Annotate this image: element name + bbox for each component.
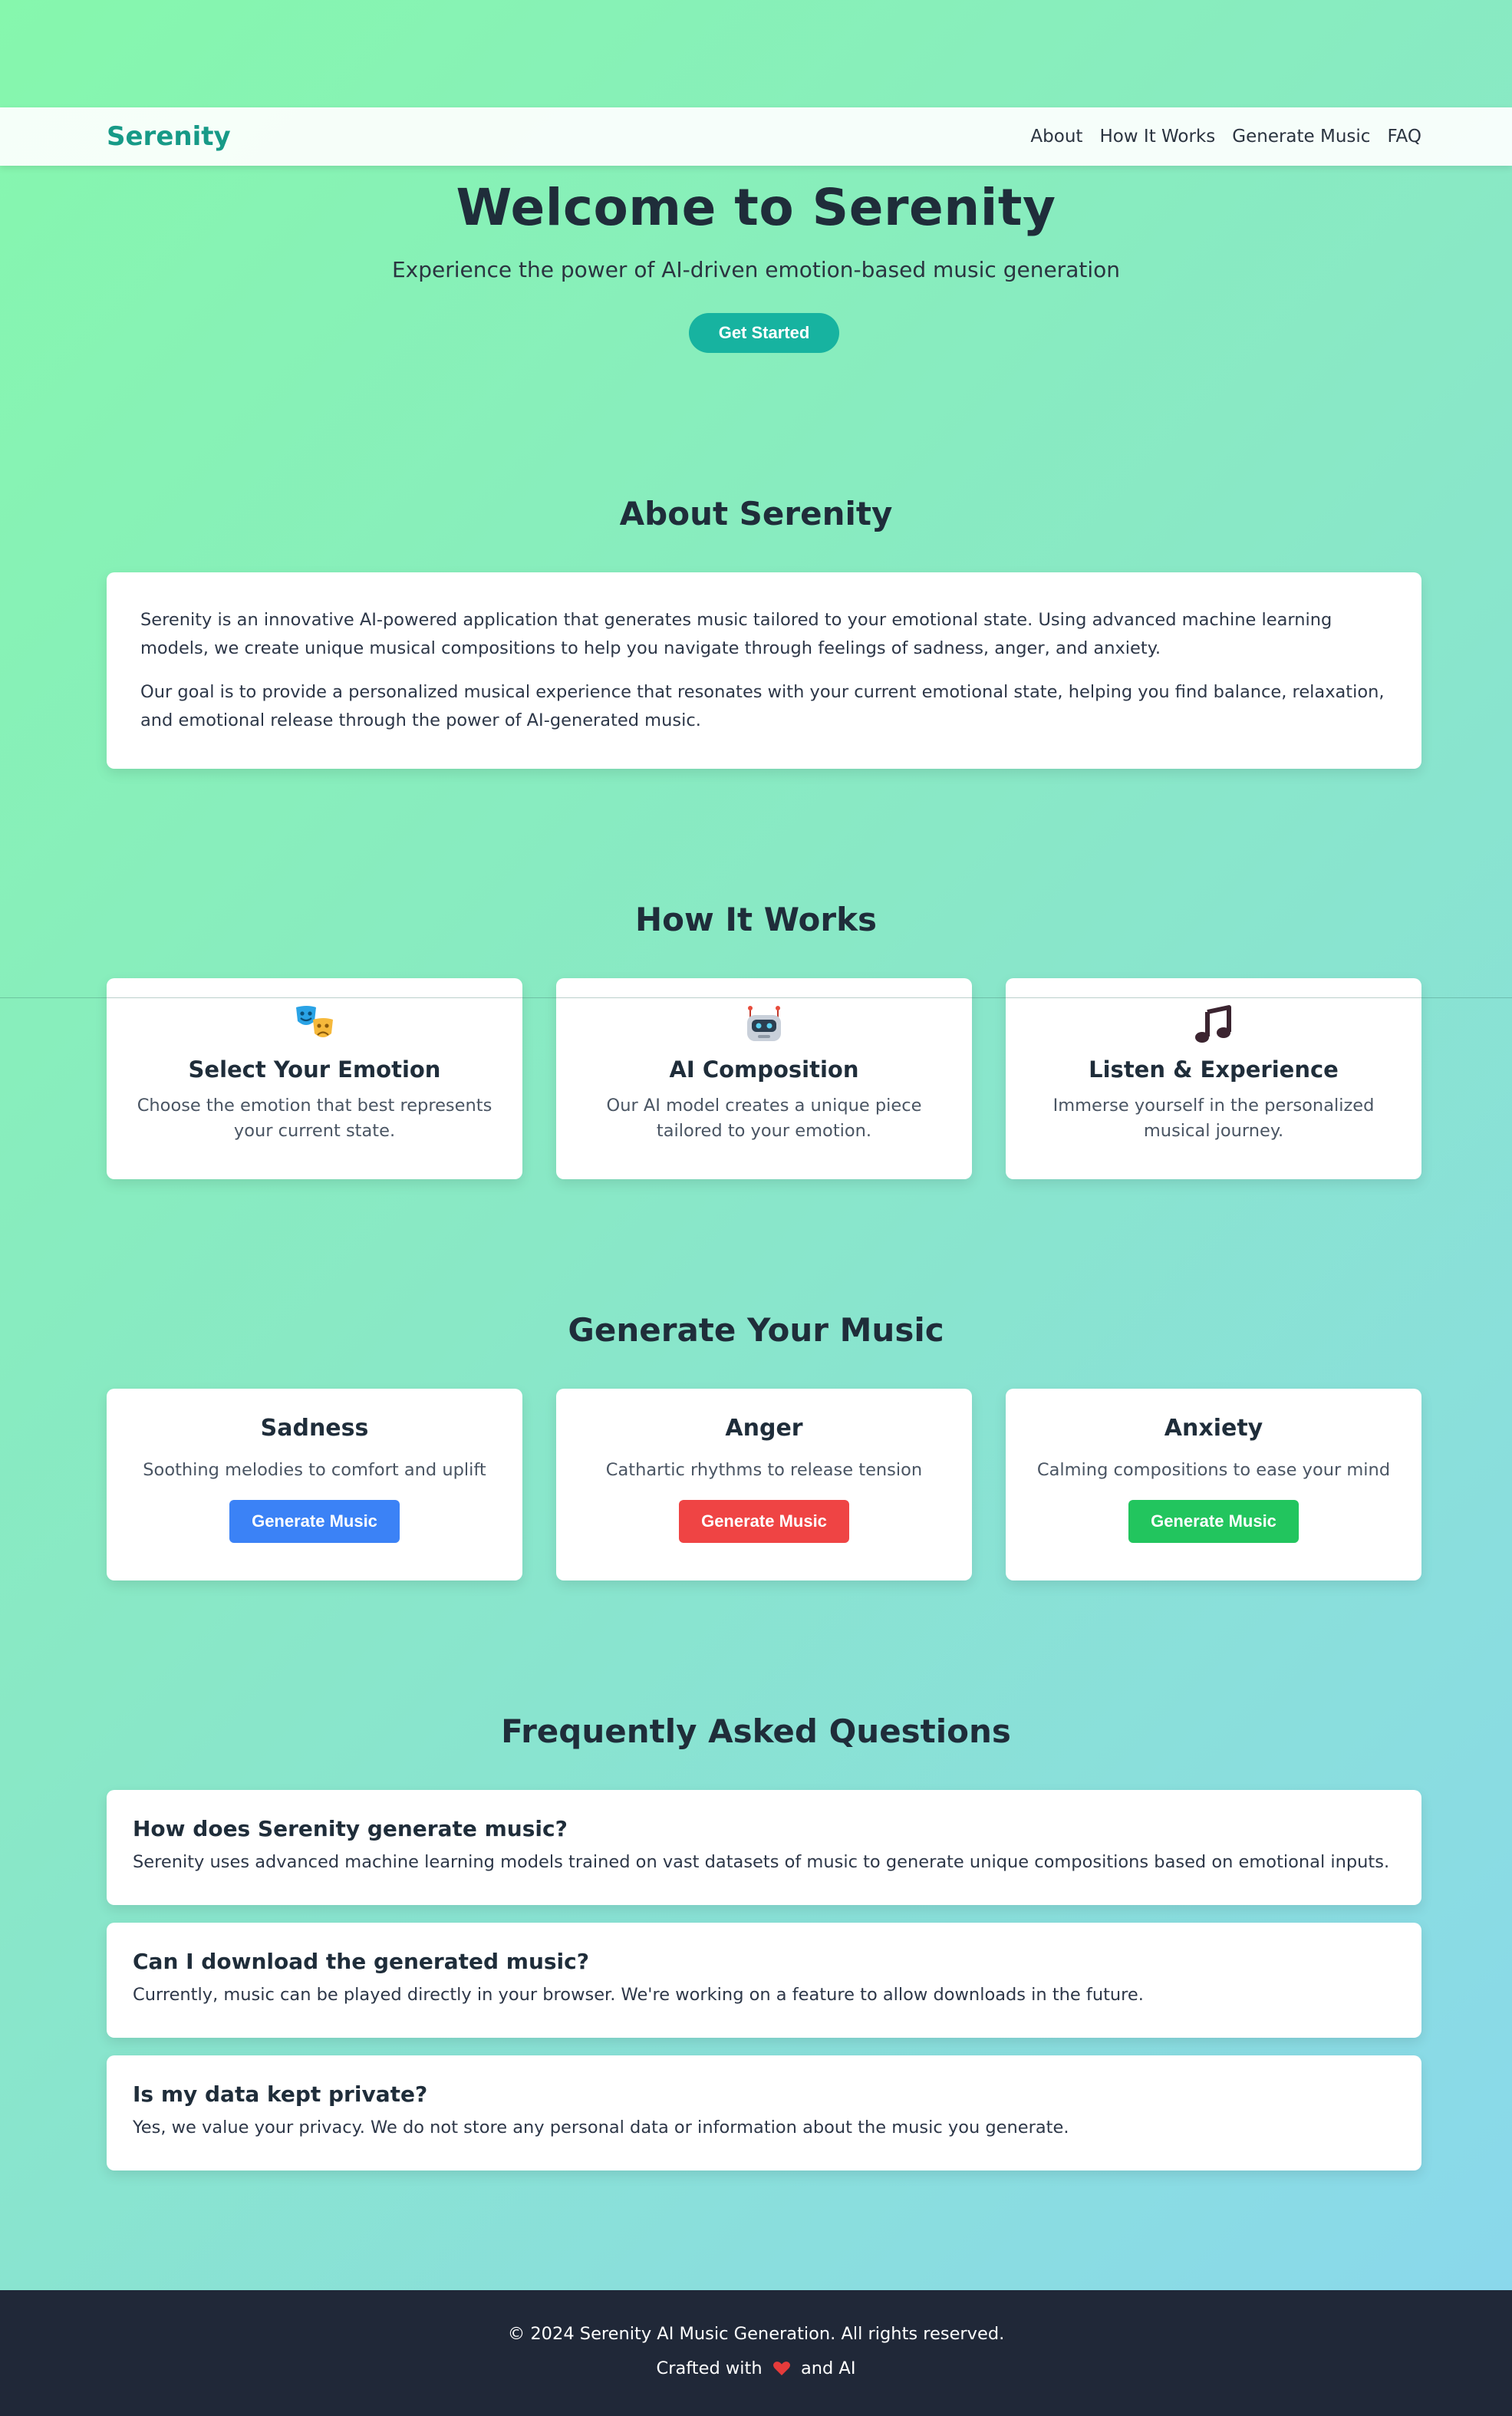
robot-icon — [556, 1003, 972, 1046]
nav-links: About How It Works Generate Music FAQ — [1030, 127, 1421, 147]
faq-question: Is my data kept private? — [133, 2081, 428, 2107]
how-step-title: Select Your Emotion — [188, 1056, 441, 1083]
emotion-card-anger: Anger Cathartic rhythms to release tensi… — [556, 1389, 972, 1580]
generate-sadness-button[interactable]: Generate Music — [229, 1500, 400, 1543]
about-paragraph: Our goal is to provide a personalized mu… — [140, 682, 1385, 730]
footer-crafted: Crafted with and AI — [0, 2358, 1512, 2378]
brand-logo[interactable]: Serenity — [107, 121, 231, 152]
how-step-desc: Our AI model creates a unique piece tail… — [606, 1096, 922, 1141]
faq-answer: Yes, we value your privacy. We do not st… — [133, 2118, 1069, 2137]
hero-title: Welcome to Serenity — [456, 178, 1056, 237]
generate-title: Generate Your Music — [568, 1311, 944, 1349]
crafted-prefix: Crafted with — [656, 2358, 763, 2378]
faq-item: Can I download the generated music? Curr… — [107, 1923, 1421, 2038]
nav-link-how-it-works[interactable]: How It Works — [1099, 127, 1215, 147]
divider-line — [0, 997, 1512, 998]
how-step-desc: Choose the emotion that best represents … — [137, 1096, 492, 1141]
footer: © 2024 Serenity AI Music Generation. All… — [0, 2290, 1512, 2416]
emotion-title: Anger — [725, 1415, 803, 1442]
emotion-desc: Calming compositions to ease your mind — [1036, 1460, 1391, 1480]
theater-masks-icon — [107, 1003, 522, 1046]
emotion-card-sadness: Sadness Soothing melodies to comfort and… — [107, 1389, 522, 1580]
emotion-desc: Soothing melodies to comfort and uplift — [143, 1460, 486, 1480]
nav-link-generate-music[interactable]: Generate Music — [1232, 127, 1370, 147]
about-paragraph: Serenity is an innovative AI-powered app… — [140, 610, 1332, 658]
faq-answer: Currently, music can be played directly … — [133, 1985, 1144, 2005]
nav-link-about[interactable]: About — [1030, 127, 1082, 147]
how-step-card: AI Composition Our AI model creates a un… — [556, 978, 972, 1179]
how-step-card: Select Your Emotion Choose the emotion t… — [107, 978, 522, 1179]
about-title: About Serenity — [619, 495, 893, 532]
generate-anxiety-button[interactable]: Generate Music — [1128, 1500, 1299, 1543]
emotion-desc: Cathartic rhythms to release tension — [605, 1460, 923, 1480]
faq-question: Can I download the generated music? — [133, 1949, 589, 1974]
emotion-title: Anxiety — [1164, 1415, 1263, 1442]
heart-icon — [768, 2358, 801, 2378]
faq-title: Frequently Asked Questions — [501, 1712, 1011, 1750]
faq-answer: Serenity uses advanced machine learning … — [133, 1852, 1390, 1872]
crafted-suffix: and AI — [800, 2358, 856, 2378]
how-step-card: Listen & Experience Immerse yourself in … — [1006, 978, 1421, 1179]
footer-copyright: © 2024 Serenity AI Music Generation. All… — [507, 2324, 1005, 2344]
faq-question: How does Serenity generate music? — [133, 1816, 568, 1841]
how-step-title: Listen & Experience — [1089, 1056, 1339, 1083]
generate-anger-button[interactable]: Generate Music — [679, 1500, 849, 1543]
get-started-button[interactable]: Get Started — [689, 313, 839, 353]
faq-item: How does Serenity generate music? Sereni… — [107, 1790, 1421, 1905]
how-step-title: AI Composition — [669, 1056, 859, 1083]
faq-item: Is my data kept private? Yes, we value y… — [107, 2055, 1421, 2170]
music-note-icon — [1006, 1003, 1421, 1046]
emotion-card-anxiety: Anxiety Calming compositions to ease you… — [1006, 1389, 1421, 1580]
hero-subtitle: Experience the power of AI-driven emotio… — [391, 257, 1120, 282]
about-card: Serenity is an innovative AI-powered app… — [107, 572, 1421, 769]
nav-link-faq[interactable]: FAQ — [1387, 127, 1421, 147]
emotion-title: Sadness — [260, 1415, 369, 1442]
how-step-desc: Immerse yourself in the personalized mus… — [1052, 1096, 1375, 1141]
top-nav: Serenity About How It Works Generate Mus… — [0, 107, 1512, 166]
how-it-works-title: How It Works — [634, 901, 878, 938]
